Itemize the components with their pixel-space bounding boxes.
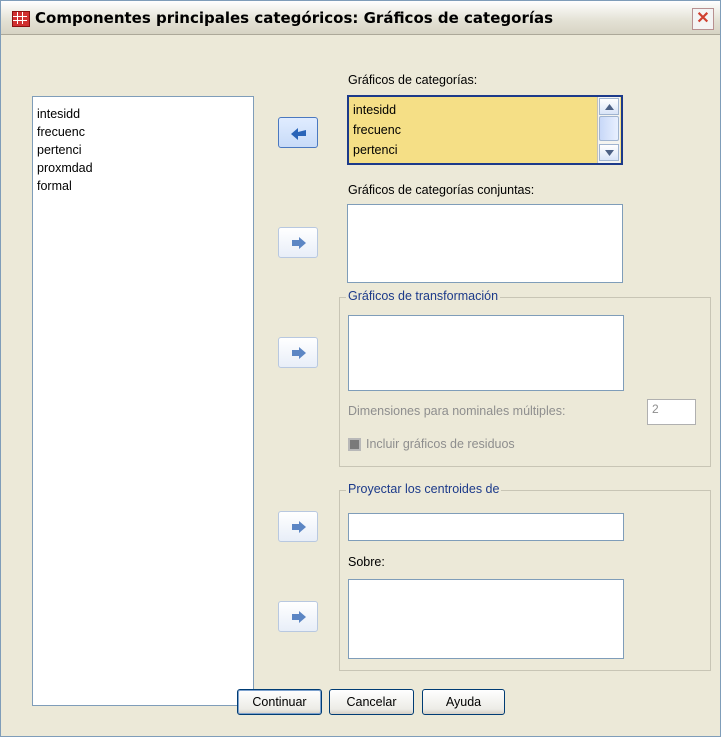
dialog-window: Componentes principales categóricos: Grá…	[0, 0, 721, 737]
move-to-onto-button[interactable]	[278, 601, 318, 632]
project-centroids-list[interactable]	[348, 513, 624, 541]
continue-button[interactable]: Continuar	[237, 689, 322, 715]
cancel-button[interactable]: Cancelar	[329, 689, 414, 715]
transformation-plots-group: Gráficos de transformación Dimensiones p…	[339, 289, 711, 467]
dimensions-label: Dimensiones para nominales múltiples:	[348, 404, 566, 418]
scroll-down-button[interactable]	[599, 144, 619, 161]
arrow-right-icon	[292, 611, 306, 623]
list-item[interactable]: proxmdad	[37, 159, 93, 177]
arrow-left-icon	[291, 128, 306, 140]
app-icon	[12, 11, 30, 27]
list-item[interactable]: pertenci	[37, 141, 81, 159]
transformation-plots-list[interactable]	[348, 315, 624, 391]
scroll-thumb[interactable]	[599, 116, 619, 141]
category-plots-scrollbar[interactable]	[597, 97, 620, 163]
project-centroids-legend: Proyectar los centroides de	[346, 482, 502, 496]
joint-plots-list[interactable]	[347, 204, 623, 283]
category-plots-label: Gráficos de categorías:	[348, 73, 478, 87]
project-centroids-group: Proyectar los centroides de Sobre:	[339, 482, 711, 671]
scroll-up-button[interactable]	[599, 98, 619, 115]
joint-plots-label: Gráficos de categorías conjuntas:	[348, 183, 535, 197]
move-to-category-plots-button[interactable]	[278, 117, 318, 148]
list-item[interactable]: formal	[37, 177, 72, 195]
onto-label: Sobre:	[348, 555, 385, 569]
residuals-label: Incluir gráficos de residuos	[366, 437, 515, 451]
source-variable-list[interactable]: intesidd frecuenc pertenci proxmdad form…	[32, 96, 254, 706]
move-to-joint-plots-button[interactable]	[278, 227, 318, 258]
dimensions-input[interactable]: 2	[647, 399, 696, 425]
onto-list[interactable]	[348, 579, 624, 659]
list-item[interactable]: intesidd	[353, 101, 396, 119]
chevron-up-icon	[605, 104, 614, 110]
move-to-project-centroids-button[interactable]	[278, 511, 318, 542]
close-icon: ✕	[696, 10, 710, 27]
list-item[interactable]: frecuenc	[37, 123, 85, 141]
residuals-checkbox[interactable]	[348, 438, 361, 451]
help-button[interactable]: Ayuda	[422, 689, 505, 715]
category-plots-list[interactable]: intesidd frecuenc pertenci	[347, 95, 623, 165]
arrow-right-icon	[292, 237, 306, 249]
transformation-plots-legend: Gráficos de transformación	[346, 289, 501, 303]
title-bar[interactable]: Componentes principales categóricos: Grá…	[1, 1, 720, 35]
list-item[interactable]: intesidd	[37, 105, 80, 123]
arrow-right-icon	[292, 347, 306, 359]
chevron-down-icon	[605, 150, 614, 156]
close-button[interactable]: ✕	[692, 8, 714, 30]
list-item[interactable]: pertenci	[353, 141, 397, 159]
move-to-transformation-plots-button[interactable]	[278, 337, 318, 368]
list-item[interactable]: frecuenc	[353, 121, 401, 139]
window-title: Componentes principales categóricos: Grá…	[35, 9, 554, 27]
arrow-right-icon	[292, 521, 306, 533]
